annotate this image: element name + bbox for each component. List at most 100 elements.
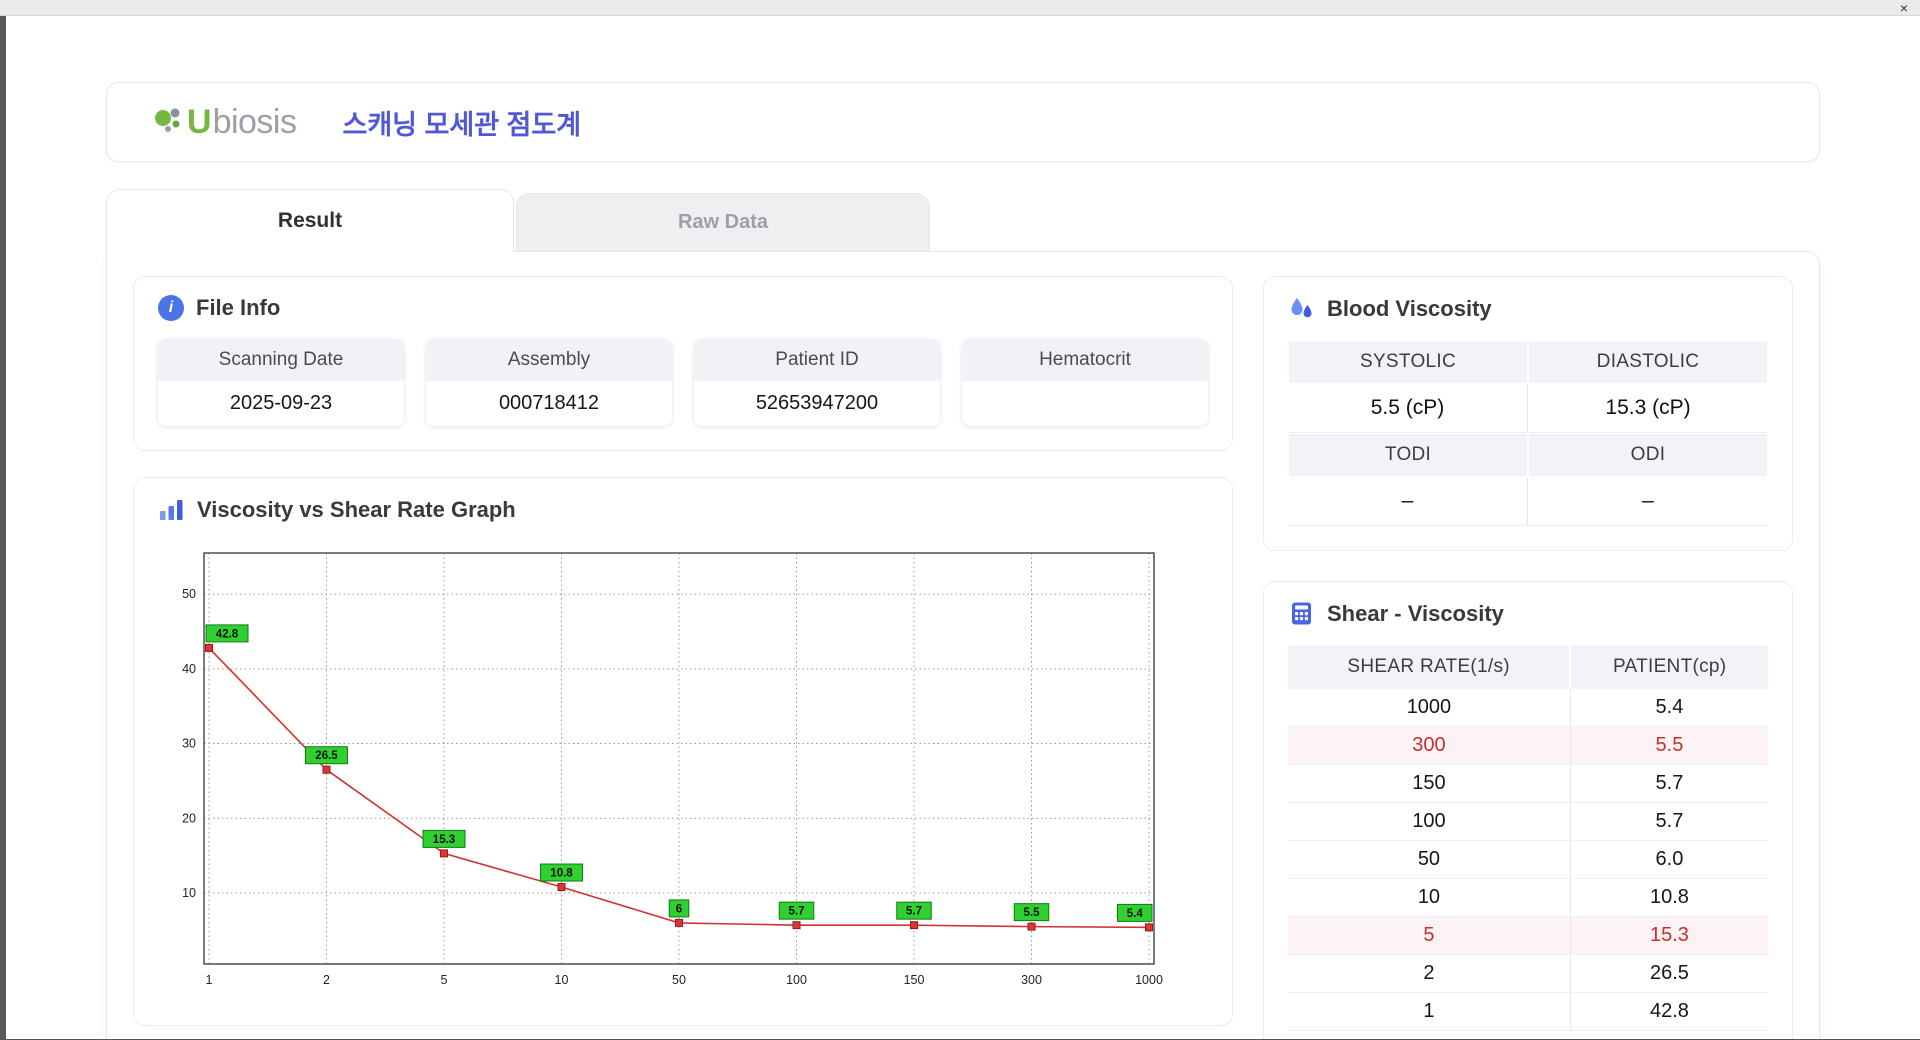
shear-rate-cell: 150 [1288,764,1571,803]
svg-text:10: 10 [555,973,569,987]
droplet-icon [1291,298,1312,318]
blood-viscosity-grid: SYSTOLIC DIASTOLIC 5.5 (cP) 15.3 (cP) TO… [1288,340,1768,526]
field-patient-id: Patient ID 52653947200 [694,339,940,426]
odi-header: ODI [1529,434,1767,476]
svg-text:2: 2 [323,973,330,987]
field-value: 52653947200 [694,381,940,426]
svg-text:5.4: 5.4 [1127,908,1144,920]
field-label: Assembly [426,339,672,381]
field-label: Patient ID [694,339,940,381]
field-value [962,381,1208,423]
patient-cell: 15.3 [1570,916,1768,955]
table-row: 50 6.0 [1288,840,1768,879]
field-label: Scanning Date [158,339,404,381]
tab-bar: Result Raw Data [106,188,1820,252]
app-header: U biosis 스캐닝 모세관 점도계 [106,82,1820,162]
graph-title: Viscosity vs Shear Rate Graph [197,496,516,522]
shear-rate-cell: 5 [1288,916,1571,955]
shear-rate-cell: 1 [1288,992,1571,1031]
file-info-card: i File Info Scanning Date 2025-09-23 Ass… [133,276,1233,451]
table-header-row: SHEAR RATE(1/s) PATIENT(cp) [1288,645,1768,689]
table-row: 1 42.8 [1288,992,1768,1031]
shear-rate-cell: 1000 [1288,689,1571,727]
svg-text:1000: 1000 [1135,973,1163,987]
shear-rate-cell: 300 [1288,726,1571,765]
shear-rate-cell: 2 [1288,954,1571,993]
logo-leaf-icon [155,108,180,132]
patient-cell: 42.8 [1570,992,1768,1031]
todi-header: TODI [1289,434,1527,476]
patient-cell: 26.5 [1570,954,1768,993]
tab-result[interactable]: Result [106,189,514,252]
patient-cell: 5.4 [1570,689,1768,727]
svg-text:10.8: 10.8 [550,868,573,880]
field-value: 2025-09-23 [158,381,404,426]
odi-value: – [1528,477,1768,526]
svg-text:100: 100 [786,973,807,987]
shear-viscosity-title: Shear - Viscosity [1327,600,1504,626]
result-content: i File Info Scanning Date 2025-09-23 Ass… [106,251,1820,1039]
file-info-title: File Info [196,295,281,320]
patient-column-header: PATIENT(cp) [1570,645,1768,689]
patient-cell: 5.7 [1570,802,1768,841]
shear-viscosity-table: SHEAR RATE(1/s) PATIENT(cp) 1000 5.4 300 [1288,645,1768,1031]
svg-text:10: 10 [182,886,196,900]
patient-cell: 10.8 [1570,878,1768,917]
table-row: 2 26.5 [1288,954,1768,993]
svg-text:5.5: 5.5 [1024,907,1041,919]
table-row: 150 5.7 [1288,764,1768,803]
shear-rate-cell: 50 [1288,840,1571,879]
svg-text:50: 50 [182,587,196,601]
svg-text:15.3: 15.3 [433,834,455,846]
svg-text:6: 6 [676,903,682,915]
window-titlebar: × [0,0,1920,16]
app-window: U biosis 스캐닝 모세관 점도계 Result Raw Data i F… [6,16,1920,1039]
close-icon[interactable]: × [1900,0,1908,16]
table-row: 300 5.5 [1288,726,1768,765]
bar-chart-icon [160,500,183,520]
blood-viscosity-card: Blood Viscosity SYSTOLIC DIASTOLIC 5.5 (… [1263,276,1793,551]
svg-text:20: 20 [182,811,196,825]
field-label: Hematocrit [962,339,1208,381]
svg-text:50: 50 [672,973,686,987]
field-assembly: Assembly 000718412 [426,339,672,426]
patient-cell: 5.5 [1570,726,1768,765]
graph-card: Viscosity vs Shear Rate Graph 10 20 30 40 50… [133,477,1233,1026]
viscosity-shear-chart: 10 20 30 40 50 1 2 5 10 50 100 150 300 1000 42.8 26.5 15… [158,541,1208,1001]
diastolic-header: DIASTOLIC [1529,341,1767,383]
page-title: 스캐닝 모세관 점도계 [342,109,582,140]
svg-text:5.7: 5.7 [789,906,805,918]
svg-text:1: 1 [206,973,213,987]
logo-text-u: U [187,102,212,141]
table-row: 100 5.7 [1288,802,1768,841]
table-row: 5 15.3 [1288,916,1768,955]
svg-text:5: 5 [441,973,448,987]
table-row: 10 10.8 [1288,878,1768,917]
logo-text-biosis: biosis [212,102,297,141]
todi-value: – [1288,477,1528,526]
svg-text:150: 150 [904,973,925,987]
shear-rate-cell: 10 [1288,878,1571,917]
info-icon: i [158,295,184,321]
svg-text:30: 30 [182,737,196,751]
field-scanning-date: Scanning Date 2025-09-23 [158,339,404,426]
svg-text:42.8: 42.8 [216,628,239,640]
field-value: 000718412 [426,381,672,426]
ubiosis-logo: U biosis [149,102,297,142]
svg-text:5.7: 5.7 [906,906,922,918]
systolic-header: SYSTOLIC [1289,341,1527,383]
shear-rate-column-header: SHEAR RATE(1/s) [1288,645,1572,689]
calculator-icon [1292,602,1311,625]
field-hematocrit: Hematocrit [962,339,1208,426]
systolic-value: 5.5 (cP) [1288,384,1528,433]
shear-rate-cell: 100 [1288,802,1571,841]
patient-cell: 5.7 [1570,764,1768,803]
tab-raw-data[interactable]: Raw Data [516,193,930,251]
shear-viscosity-card: Shear - Viscosity SHEAR RATE(1/s) PATIEN… [1263,581,1793,1039]
diastolic-value: 15.3 (cP) [1528,384,1768,433]
svg-text:300: 300 [1021,973,1042,987]
table-row: 1000 5.4 [1288,689,1768,727]
blood-viscosity-title: Blood Viscosity [1327,295,1492,321]
svg-text:26.5: 26.5 [315,750,338,762]
patient-cell: 6.0 [1570,840,1768,879]
